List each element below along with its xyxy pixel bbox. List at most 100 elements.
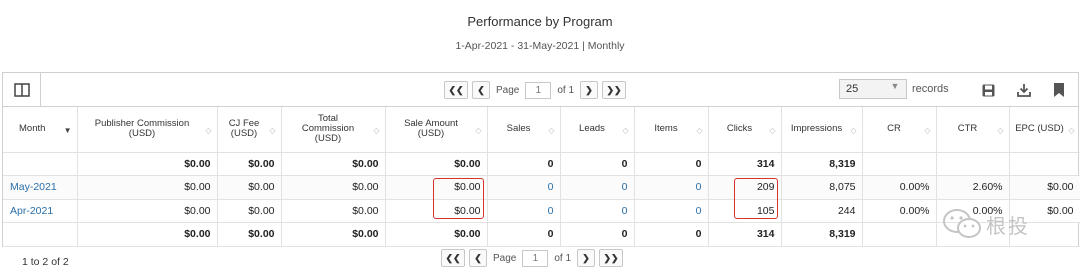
column-header-5[interactable]: Sales ◇ [487, 107, 561, 153]
highlight-clicks [734, 178, 778, 219]
columns-icon [13, 82, 30, 97]
next-page-button[interactable]: ❯ [580, 81, 599, 99]
sort-icon: ◇ [269, 126, 276, 135]
table-cell: 8,319 [781, 152, 863, 176]
table-cell: $0.00 [1009, 175, 1080, 200]
column-header-4[interactable]: Sale Amount (USD) ◇ [385, 107, 488, 153]
column-header-0[interactable]: Month ▼ [3, 107, 78, 153]
chevron-left-icon: ❮ [474, 252, 482, 263]
column-header-10[interactable]: CR ◇ [862, 107, 937, 153]
table-cell: $0.00 [281, 222, 386, 247]
table-cell[interactable]: 0 [560, 175, 635, 200]
bottom-pager: ❮❮ ❮ Page of 1 ❯ ❯❯ [441, 248, 624, 268]
column-header-label: Publisher Commission (USD) [94, 118, 190, 140]
table-cell: 0 [487, 222, 561, 247]
sort-desc-icon: ▼ [63, 126, 72, 135]
column-header-11[interactable]: CTR ◇ [936, 107, 1010, 153]
chevron-right-icon: ❯ [585, 84, 593, 95]
table-cell: $0.00 [77, 152, 218, 176]
column-header-label: Leads [579, 123, 605, 135]
first-page-button[interactable]: ❮❮ [444, 81, 468, 99]
next-page-button[interactable]: ❯ [577, 249, 596, 267]
page-of-label: of 1 [554, 252, 572, 264]
bookmark-icon [1054, 83, 1064, 97]
highlight-sale-amount [433, 178, 484, 219]
column-header-1[interactable]: Publisher Commission (USD) ◇ [77, 107, 218, 153]
table-cell: 244 [781, 199, 863, 223]
bookmark-button[interactable] [1051, 82, 1067, 98]
records-value: 25 [846, 83, 859, 95]
column-header-6[interactable]: Leads ◇ [560, 107, 635, 153]
table-cell: 0.00% [862, 199, 937, 223]
table-cell[interactable]: May-2021 [3, 175, 78, 200]
table-cell: $0.00 [281, 199, 386, 223]
table-cell [936, 152, 1010, 176]
table-cell[interactable]: Apr-2021 [3, 199, 78, 223]
table-cell[interactable]: 0 [487, 199, 561, 223]
table-cell[interactable]: 0 [634, 199, 709, 223]
column-header-2[interactable]: CJ Fee (USD) ◇ [217, 107, 282, 153]
sort-icon: ◇ [373, 126, 380, 135]
table-cell: $0.00 [217, 199, 282, 223]
prev-page-button[interactable]: ❮ [472, 81, 490, 99]
column-header-label: Impressions [790, 123, 843, 135]
column-header-label: Items [654, 123, 678, 135]
table-cell[interactable]: 0 [560, 199, 635, 223]
table-cell: $0.00 [385, 222, 488, 247]
table-cell[interactable]: 0 [634, 175, 709, 200]
double-chevron-right-icon: ❯❯ [603, 252, 619, 263]
table-cell: $0.00 [217, 152, 282, 176]
save-button[interactable] [980, 82, 996, 98]
sort-icon: ◇ [769, 126, 776, 135]
sort-icon: ◇ [205, 126, 212, 135]
page-input[interactable] [525, 81, 552, 99]
column-header-9[interactable]: Impressions ◇ [781, 107, 863, 153]
table-cell: 0 [487, 152, 561, 176]
table-cell: 8,319 [781, 222, 863, 247]
column-header-8[interactable]: Clicks ◇ [708, 107, 782, 153]
chevron-right-icon: ❯ [582, 252, 590, 263]
top-pager: ❮❮ ❮ Page of 1 ❯ ❯❯ [444, 80, 627, 100]
table-row-apr-2021: Apr-2021 $0.00 $0.00 $0.00 $0.00 0 0 0 105 244 0.0… [3, 199, 1080, 223]
sort-icon: ◇ [924, 126, 931, 135]
sort-icon: ◇ [850, 126, 857, 135]
double-chevron-left-icon: ❮❮ [445, 252, 461, 263]
records-per-page-select[interactable]: 25 ▼ [839, 79, 907, 99]
columns-toggle-button[interactable] [3, 73, 41, 106]
table-cell: $0.00 [385, 152, 488, 176]
page-input[interactable] [522, 249, 549, 267]
table-cell [1009, 152, 1080, 176]
chevron-down-icon: ▼ [890, 81, 900, 91]
column-header-label: CJ Fee (USD) [228, 118, 260, 140]
table-cell [862, 152, 937, 176]
column-header-12[interactable]: EPC (USD) ◇ [1009, 107, 1080, 153]
table-cell: 8,075 [781, 175, 863, 200]
column-header-7[interactable]: Items ◇ [634, 107, 709, 153]
last-page-button[interactable]: ❯❯ [602, 81, 627, 99]
table-cell: $0.00 [77, 175, 218, 200]
column-header-3[interactable]: Total Commission (USD) ◇ [281, 107, 386, 153]
table-cell: 314 [708, 152, 782, 176]
table-cell[interactable]: 0 [487, 175, 561, 200]
first-page-button[interactable]: ❮❮ [441, 249, 465, 267]
wechat-icon [943, 209, 981, 238]
last-page-button[interactable]: ❯❯ [599, 249, 624, 267]
watermark: 根投 [942, 204, 1072, 244]
download-button[interactable] [1016, 82, 1032, 98]
column-header-label: Clicks [726, 123, 753, 135]
sort-icon: ◇ [696, 126, 703, 135]
page-label: Page [496, 84, 520, 96]
table-cell: 0.00% [862, 175, 937, 200]
table-cell: $0.00 [77, 199, 218, 223]
column-header-label: Total Commission (USD) [301, 113, 355, 145]
total-row-top: $0.00 $0.00 $0.00 $0.00 0 0 0 314 8,319 [3, 152, 1080, 176]
table-cell [3, 222, 78, 247]
performance-table: Month ▼ Publisher Commission (USD) ◇ CJ Fee … [3, 107, 1080, 247]
watermark-text: 根投 [986, 213, 1030, 238]
prev-page-button[interactable]: ❮ [469, 249, 487, 267]
table-cell [862, 222, 937, 247]
data-grid: ❮❮ ❮ Page of 1 ❯ ❯❯ 25 ▼ records [2, 72, 1080, 247]
table-cell [3, 152, 78, 176]
sort-icon: ◇ [622, 126, 629, 135]
column-header-label: Month [19, 123, 46, 135]
